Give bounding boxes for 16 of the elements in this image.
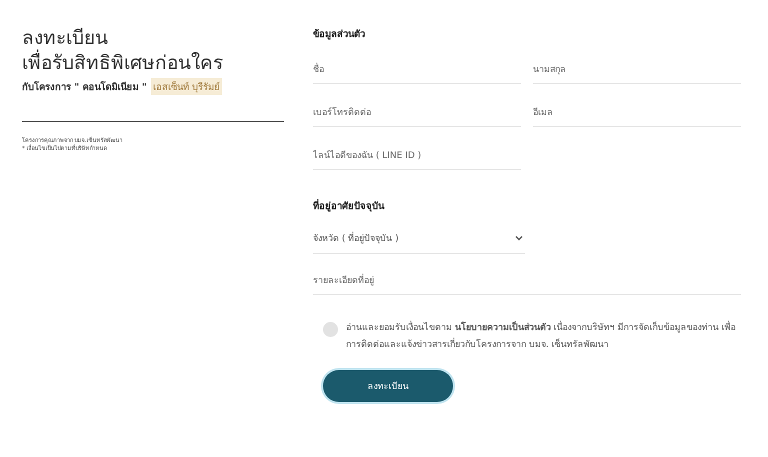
page-title: เพื่อรับสิทธิพิเศษก่อนใคร xyxy=(22,51,284,76)
input-field[interactable]: รายละเอียดที่อยู่ xyxy=(313,262,741,295)
project-name: เอสเซ็นท์ บุรีรัมย์ xyxy=(150,78,222,95)
subtitle: กับโครงการ " คอนโดมิเนียม " xyxy=(22,80,147,94)
section-heading: ที่อยู่อาศัยปัจจุบัน xyxy=(313,198,386,213)
province-select[interactable]: จังหวัด ( ที่อยู่ปัจจุบัน ) xyxy=(313,217,525,254)
input-field[interactable]: ชื่อ xyxy=(313,51,521,84)
register-button[interactable]: ลงทะเบียน xyxy=(323,370,453,402)
page-title: ลงทะเบียน xyxy=(22,26,109,50)
consent-text: อ่านและยอมรับเงื่อนไขตาม นโยบายความเป็นส่วนตัว เนื่องจากบริษัทฯ มีการจัดเก็บข้อมูลของท่าน เพื่อการติดต่อและแจ้งข่าวสารเกี่ยวกับโครงการจาก บมจ. เซ็นทรัลพัฒนา xyxy=(346,320,741,354)
section-heading: ข้อมูลส่วนตัว xyxy=(313,28,366,41)
input-field[interactable]: นามสกุล xyxy=(533,51,741,84)
consent-checkbox[interactable] xyxy=(323,322,338,337)
input-field[interactable]: เบอร์โทรติดต่อ xyxy=(313,94,521,127)
input-field[interactable]: อีเมล xyxy=(533,94,741,127)
chevron-down-icon xyxy=(515,235,523,241)
